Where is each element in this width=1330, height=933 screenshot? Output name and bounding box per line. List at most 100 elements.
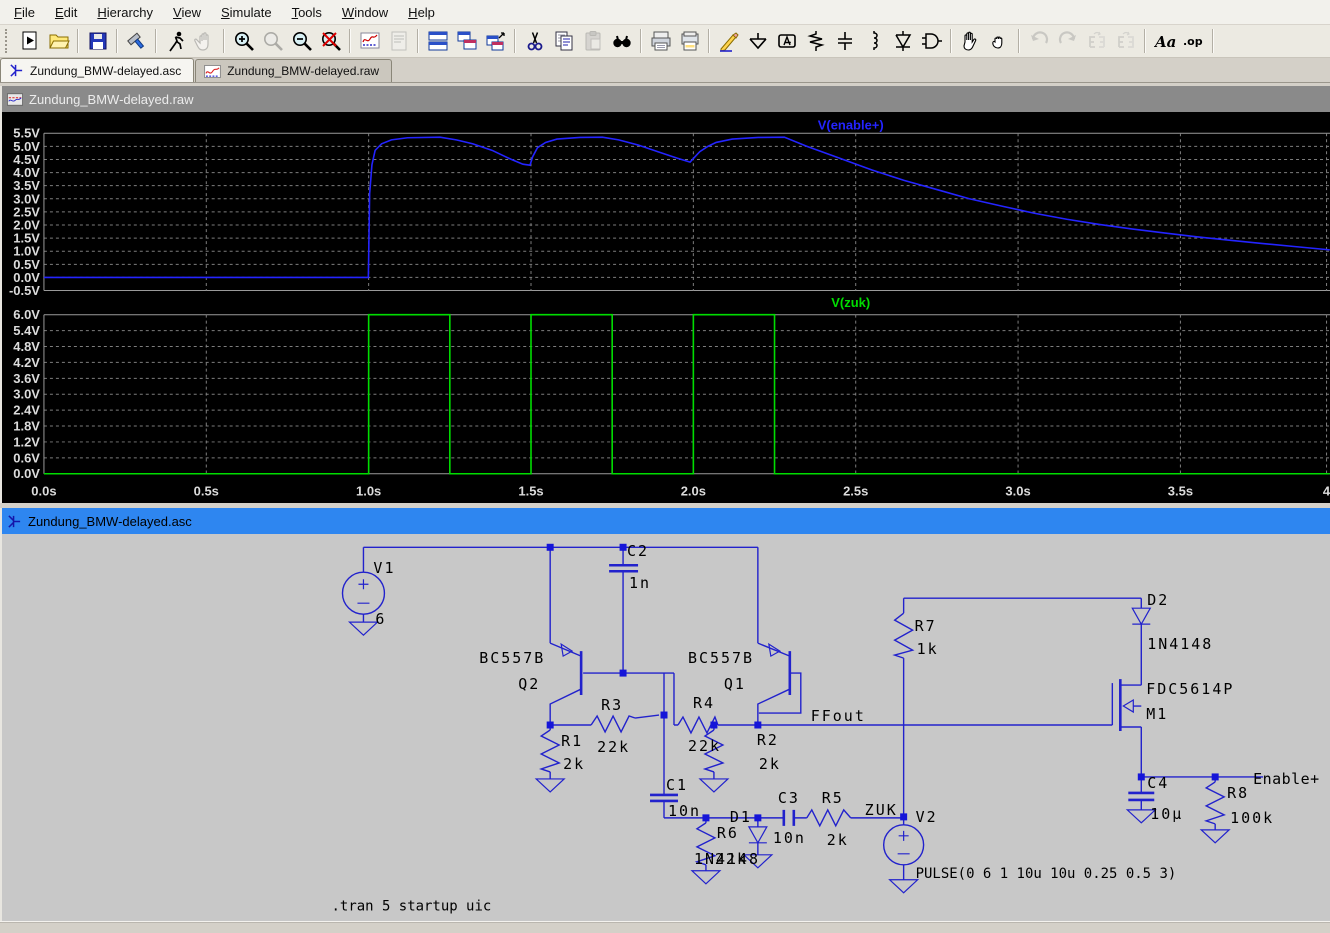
r7-value[interactable]: 1k <box>917 640 939 658</box>
r4-name[interactable]: R4 <box>693 694 715 712</box>
toolbar-separator <box>116 29 118 53</box>
place-component-button[interactable] <box>917 27 946 56</box>
waveform-window-titlebar[interactable]: Zundung_BMW-delayed.raw <box>2 86 1330 112</box>
place-inductor-button[interactable] <box>859 27 888 56</box>
net-label-ffout[interactable]: FFout <box>811 707 866 725</box>
m1-name[interactable]: M1 <box>1146 705 1168 723</box>
schematic-canvas[interactable]: V1 6 C2 1n BC557B Q2 BC557B Q1 R3 22k R4… <box>2 534 1330 922</box>
menu-simulate[interactable]: Simulate <box>211 2 282 23</box>
move-icon <box>960 30 982 52</box>
spice-directive-button[interactable]: .op <box>1179 27 1208 56</box>
place-resistor-icon <box>805 30 827 52</box>
r2-name[interactable]: R2 <box>757 731 779 749</box>
control-panel-button[interactable] <box>122 27 151 56</box>
open-file-button[interactable] <box>44 27 73 56</box>
toolbar: Aa.op <box>0 25 1330 58</box>
waveform-plot[interactable]: 5.5V5.0V4.5V4.0V3.5V3.0V2.5V2.0V1.5V1.0V… <box>2 112 1330 503</box>
c2-name[interactable]: C2 <box>627 542 649 560</box>
view-netlist-icon <box>388 30 410 52</box>
zoom-full-extents-button[interactable] <box>316 27 345 56</box>
q1-value[interactable]: BC557B <box>688 649 754 667</box>
waveform-plot-area[interactable]: 5.5V5.0V4.5V4.0V3.5V3.0V2.5V2.0V1.5V1.0V… <box>2 112 1330 503</box>
c3-name[interactable]: C3 <box>778 789 800 807</box>
r5-name[interactable]: R5 <box>822 789 844 807</box>
cut-button[interactable] <box>520 27 549 56</box>
r3-value[interactable]: 22k <box>597 738 630 756</box>
r8-name[interactable]: R8 <box>1227 784 1249 802</box>
tab-waveform[interactable]: Zundung_BMW-delayed.raw <box>195 59 392 82</box>
print-preview-button[interactable] <box>675 27 704 56</box>
d2-name[interactable]: D2 <box>1147 591 1169 609</box>
view-waveform-button[interactable] <box>355 27 384 56</box>
c1-value[interactable]: 10n <box>668 802 701 820</box>
spice-directive-text[interactable]: .tran 5 startup uic <box>332 899 492 915</box>
q2-name[interactable]: Q2 <box>518 675 540 693</box>
r4-value[interactable]: 22k <box>688 737 721 755</box>
trace-title-Venable+[interactable]: V(enable+) <box>818 117 884 132</box>
menu-window[interactable]: Window <box>332 2 398 23</box>
place-net-label-button[interactable] <box>772 27 801 56</box>
draw-wire-button[interactable] <box>714 27 743 56</box>
v1-name[interactable]: V1 <box>373 559 395 577</box>
print-button[interactable] <box>646 27 675 56</box>
v1-source-symbol[interactable] <box>342 572 384 614</box>
menu-view[interactable]: View <box>163 2 211 23</box>
r6-name[interactable]: R6 <box>717 824 739 842</box>
rotate-icon <box>1115 30 1137 52</box>
v2-source-symbol[interactable] <box>884 825 924 865</box>
zoom-in-button[interactable] <box>229 27 258 56</box>
x-tick-label: 0.0s <box>31 484 56 499</box>
find-button[interactable] <box>607 27 636 56</box>
q1-name[interactable]: Q1 <box>724 675 746 693</box>
tile-vertically-button[interactable] <box>452 27 481 56</box>
net-label-enable[interactable]: Enable+ <box>1253 770 1320 788</box>
trace-title-Vzuk[interactable]: V(zuk) <box>831 295 870 310</box>
place-capacitor-button[interactable] <box>830 27 859 56</box>
place-resistor-button[interactable] <box>801 27 830 56</box>
r6-value[interactable]: 22k <box>715 850 748 868</box>
zoom-out-icon <box>291 30 313 52</box>
r5-value[interactable]: 2k <box>827 831 849 849</box>
schematic-window-titlebar[interactable]: Zundung_BMW-delayed.asc <box>2 508 1330 534</box>
drag-button[interactable] <box>985 27 1014 56</box>
r1-value[interactable]: 2k <box>563 755 585 773</box>
menu-help[interactable]: Help <box>398 2 445 23</box>
c4-name[interactable]: C4 <box>1147 774 1169 792</box>
m1-value[interactable]: FDC5614P <box>1146 680 1234 698</box>
tab-schematic[interactable]: Zundung_BMW-delayed.asc <box>0 58 194 82</box>
copy-button[interactable] <box>549 27 578 56</box>
c2-value[interactable]: 1n <box>629 574 651 592</box>
menu-edit[interactable]: Edit <box>45 2 87 23</box>
place-diode-button[interactable] <box>888 27 917 56</box>
place-text-button[interactable]: Aa <box>1150 27 1179 56</box>
menu-file[interactable]: File <box>4 2 45 23</box>
menu-hierarchy[interactable]: Hierarchy <box>87 2 163 23</box>
r2-value[interactable]: 2k <box>759 755 781 773</box>
save-button[interactable] <box>83 27 112 56</box>
run-simulation-button[interactable] <box>161 27 190 56</box>
v2-name[interactable]: V2 <box>916 808 938 826</box>
c3-value[interactable]: 10n <box>773 829 806 847</box>
schematic-drawing[interactable]: V1 6 C2 1n BC557B Q2 BC557B Q1 R3 22k R4… <box>2 534 1330 922</box>
c4-value[interactable]: 10µ <box>1150 805 1183 823</box>
v2-value[interactable]: PULSE(0 6 1 10u 10u 0.25 0.5 3) <box>916 866 1177 882</box>
r1-name[interactable]: R1 <box>561 732 583 750</box>
x-tick-label: 0.5s <box>194 484 219 499</box>
place-ground-button[interactable] <box>743 27 772 56</box>
menu-tools[interactable]: Tools <box>282 2 332 23</box>
c1-name[interactable]: C1 <box>666 776 688 794</box>
new-schematic-button[interactable] <box>15 27 44 56</box>
toolbar-gripper[interactable] <box>5 29 12 53</box>
cascade-windows-button[interactable] <box>481 27 510 56</box>
zoom-out-button[interactable] <box>287 27 316 56</box>
net-label-zuk[interactable]: ZUK <box>865 801 898 819</box>
v1-value[interactable]: 6 <box>375 610 386 628</box>
r3-name[interactable]: R3 <box>601 696 623 714</box>
d2-value[interactable]: 1N4148 <box>1147 635 1213 653</box>
q2-value[interactable]: BC557B <box>479 649 545 667</box>
move-button[interactable] <box>956 27 985 56</box>
r7-name[interactable]: R7 <box>915 617 937 635</box>
tile-horizontally-button[interactable] <box>423 27 452 56</box>
r8-value[interactable]: 100k <box>1230 809 1274 827</box>
y-tick-label: 4.8V <box>13 339 40 354</box>
